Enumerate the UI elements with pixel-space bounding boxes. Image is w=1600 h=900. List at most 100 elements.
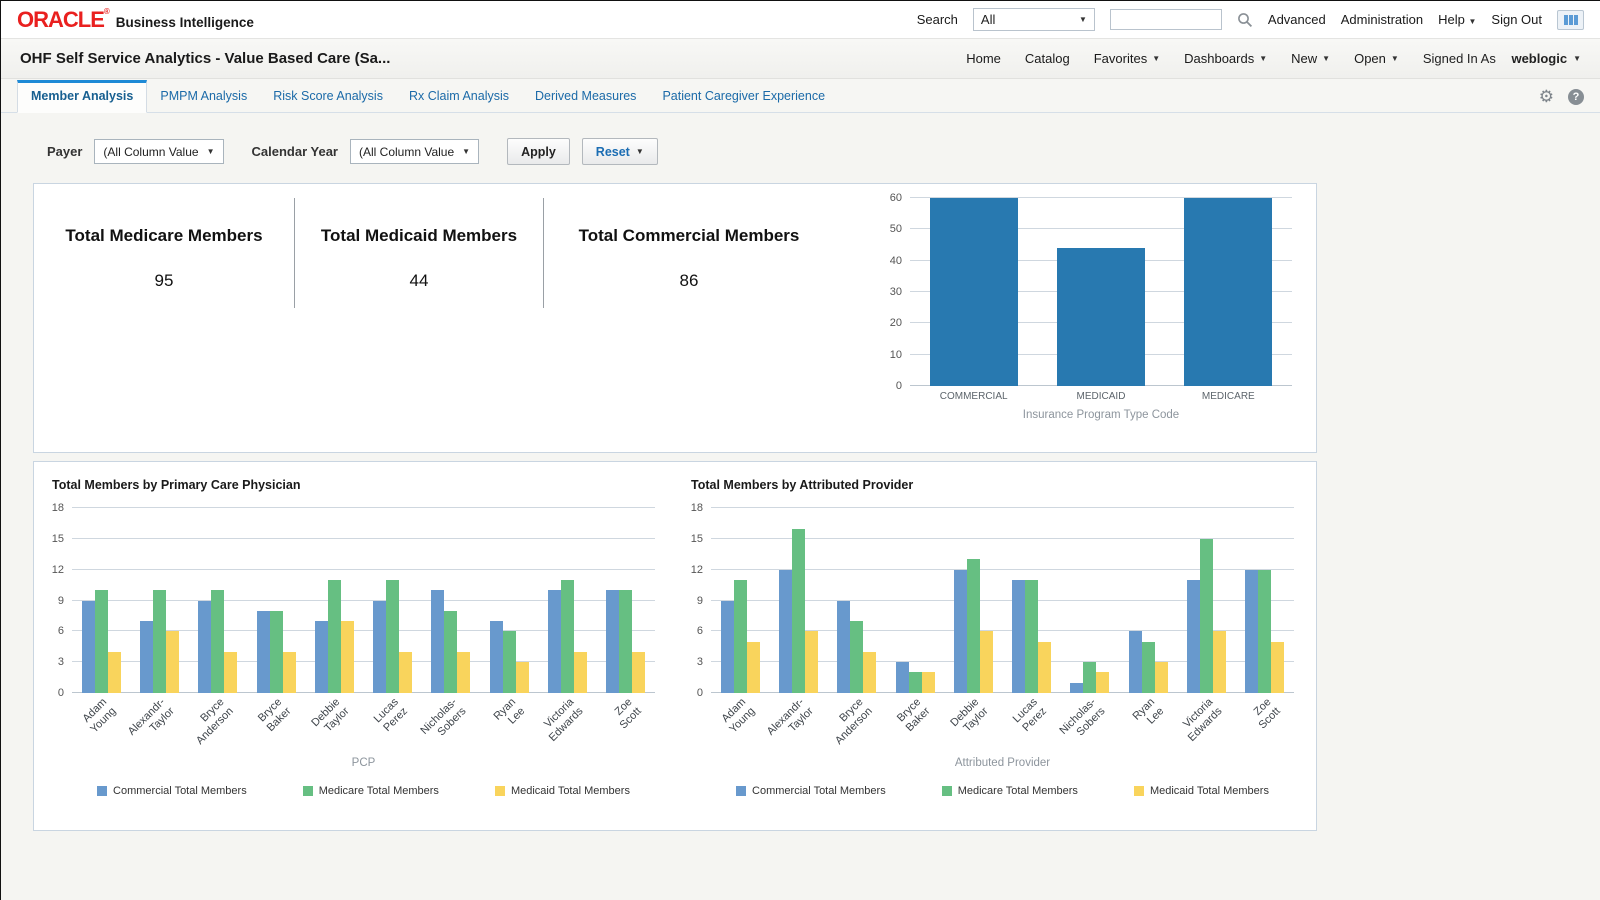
chevron-down-icon: ▼ [462,147,470,156]
bar-medicare[interactable] [1184,198,1272,386]
legend-item: Medicaid Total Members [495,785,630,797]
legend-item: Medicaid Total Members [1134,785,1269,797]
bar-medicaid-8[interactable] [1213,631,1226,693]
favorites-menu[interactable]: Favorites▼ [1094,51,1160,66]
bar-medicaid-4[interactable] [341,621,354,693]
calendar-year-select[interactable]: (All Column Value ▼ [350,139,479,164]
bar-medicaid-5[interactable] [1038,642,1051,693]
bar-commercial-1[interactable] [779,570,792,693]
bar-medicare-3[interactable] [909,672,922,693]
bar-medicaid-6[interactable] [457,652,470,693]
bar-commercial-6[interactable] [1070,683,1083,693]
quick-links-icon[interactable] [1557,10,1584,30]
bar-medicaid-6[interactable] [1096,672,1109,693]
bar-commercial-3[interactable] [257,611,270,693]
bar-commercial-3[interactable] [896,662,909,693]
bar-medicare-8[interactable] [1200,539,1213,693]
bar-commercial-8[interactable] [1187,580,1200,693]
bar-medicare-0[interactable] [734,580,747,693]
bar-medicare-2[interactable] [211,590,224,693]
gear-icon[interactable]: ⚙ [1539,88,1554,105]
bar-commercial-2[interactable] [198,601,211,694]
bar-commercial-7[interactable] [1129,631,1142,693]
bar-medicaid[interactable] [1057,248,1145,386]
advanced-link[interactable]: Advanced [1268,12,1326,27]
search-input[interactable] [1110,9,1222,30]
bar-medicaid-4[interactable] [980,631,993,693]
user-menu[interactable]: weblogic [1511,51,1567,66]
apply-button[interactable]: Apply [507,138,570,165]
bar-group [130,508,188,693]
help-menu[interactable]: Help ▼ [1438,12,1476,27]
tab-rx-claim-analysis[interactable]: Rx Claim Analysis [396,81,522,112]
bar-medicaid-7[interactable] [516,662,529,693]
bar-medicaid-1[interactable] [805,631,818,693]
bar-medicare-5[interactable] [1025,580,1038,693]
bar-commercial-7[interactable] [490,621,503,693]
bar-medicare-7[interactable] [1142,642,1155,693]
bar-medicaid-5[interactable] [399,652,412,693]
y-axis: 0102030405060 [880,198,910,386]
reset-button[interactable]: Reset▼ [582,138,658,165]
search-label: Search [917,12,958,27]
bar-commercial-9[interactable] [606,590,619,693]
bar-medicare-1[interactable] [153,590,166,693]
legend-swatch [736,786,746,796]
bar-commercial[interactable] [930,198,1018,386]
bar-medicaid-7[interactable] [1155,662,1168,693]
bar-commercial-1[interactable] [140,621,153,693]
tab-derived-measures[interactable]: Derived Measures [522,81,649,112]
bar-medicare-2[interactable] [850,621,863,693]
dashboards-menu[interactable]: Dashboards▼ [1184,51,1267,66]
bar-medicaid-2[interactable] [224,652,237,693]
bar-medicaid-8[interactable] [574,652,587,693]
legend-swatch [303,786,313,796]
bar-medicare-8[interactable] [561,580,574,693]
bar-commercial-6[interactable] [431,590,444,693]
bar-commercial-2[interactable] [837,601,850,694]
bar-group [247,508,305,693]
bar-commercial-4[interactable] [954,570,967,693]
bar-commercial-0[interactable] [82,601,95,694]
help-icon[interactable]: ? [1568,89,1584,105]
bar-medicare-9[interactable] [1258,570,1271,693]
search-scope-select[interactable]: All ▼ [973,8,1095,31]
bar-medicare-4[interactable] [328,580,341,693]
bar-medicaid-3[interactable] [922,672,935,693]
tab-member-analysis[interactable]: Member Analysis [17,80,147,113]
tab-pmpm-analysis[interactable]: PMPM Analysis [147,81,260,112]
bar-medicare-0[interactable] [95,590,108,693]
open-menu[interactable]: Open▼ [1354,51,1399,66]
bar-medicaid-0[interactable] [747,642,760,693]
bar-medicare-6[interactable] [444,611,457,693]
bar-medicare-5[interactable] [386,580,399,693]
tab-patient-caregiver-experience[interactable]: Patient Caregiver Experience [649,81,838,112]
catalog-link[interactable]: Catalog [1025,51,1070,66]
bar-commercial-0[interactable] [721,601,734,694]
bar-medicare-7[interactable] [503,631,516,693]
new-menu[interactable]: New▼ [1291,51,1330,66]
bar-medicare-3[interactable] [270,611,283,693]
bar-commercial-5[interactable] [373,601,386,694]
bar-medicaid-2[interactable] [863,652,876,693]
tab-risk-score-analysis[interactable]: Risk Score Analysis [260,81,396,112]
bar-medicaid-9[interactable] [632,652,645,693]
bar-medicare-6[interactable] [1083,662,1096,693]
sign-out-link[interactable]: Sign Out [1491,12,1542,27]
bar-commercial-9[interactable] [1245,570,1258,693]
bar-commercial-5[interactable] [1012,580,1025,693]
bar-medicaid-0[interactable] [108,652,121,693]
bar-medicare-1[interactable] [792,529,805,693]
bar-medicare-4[interactable] [967,559,980,693]
bar-commercial-8[interactable] [548,590,561,693]
bar-medicare-9[interactable] [619,590,632,693]
home-link[interactable]: Home [966,51,1001,66]
search-icon[interactable] [1237,12,1253,28]
bar-commercial-4[interactable] [315,621,328,693]
payer-select[interactable]: (All Column Value ▼ [94,139,223,164]
administration-link[interactable]: Administration [1341,12,1423,27]
bar-medicaid-9[interactable] [1271,642,1284,693]
bar-medicaid-1[interactable] [166,631,179,693]
bar-group [886,508,944,693]
bar-medicaid-3[interactable] [283,652,296,693]
